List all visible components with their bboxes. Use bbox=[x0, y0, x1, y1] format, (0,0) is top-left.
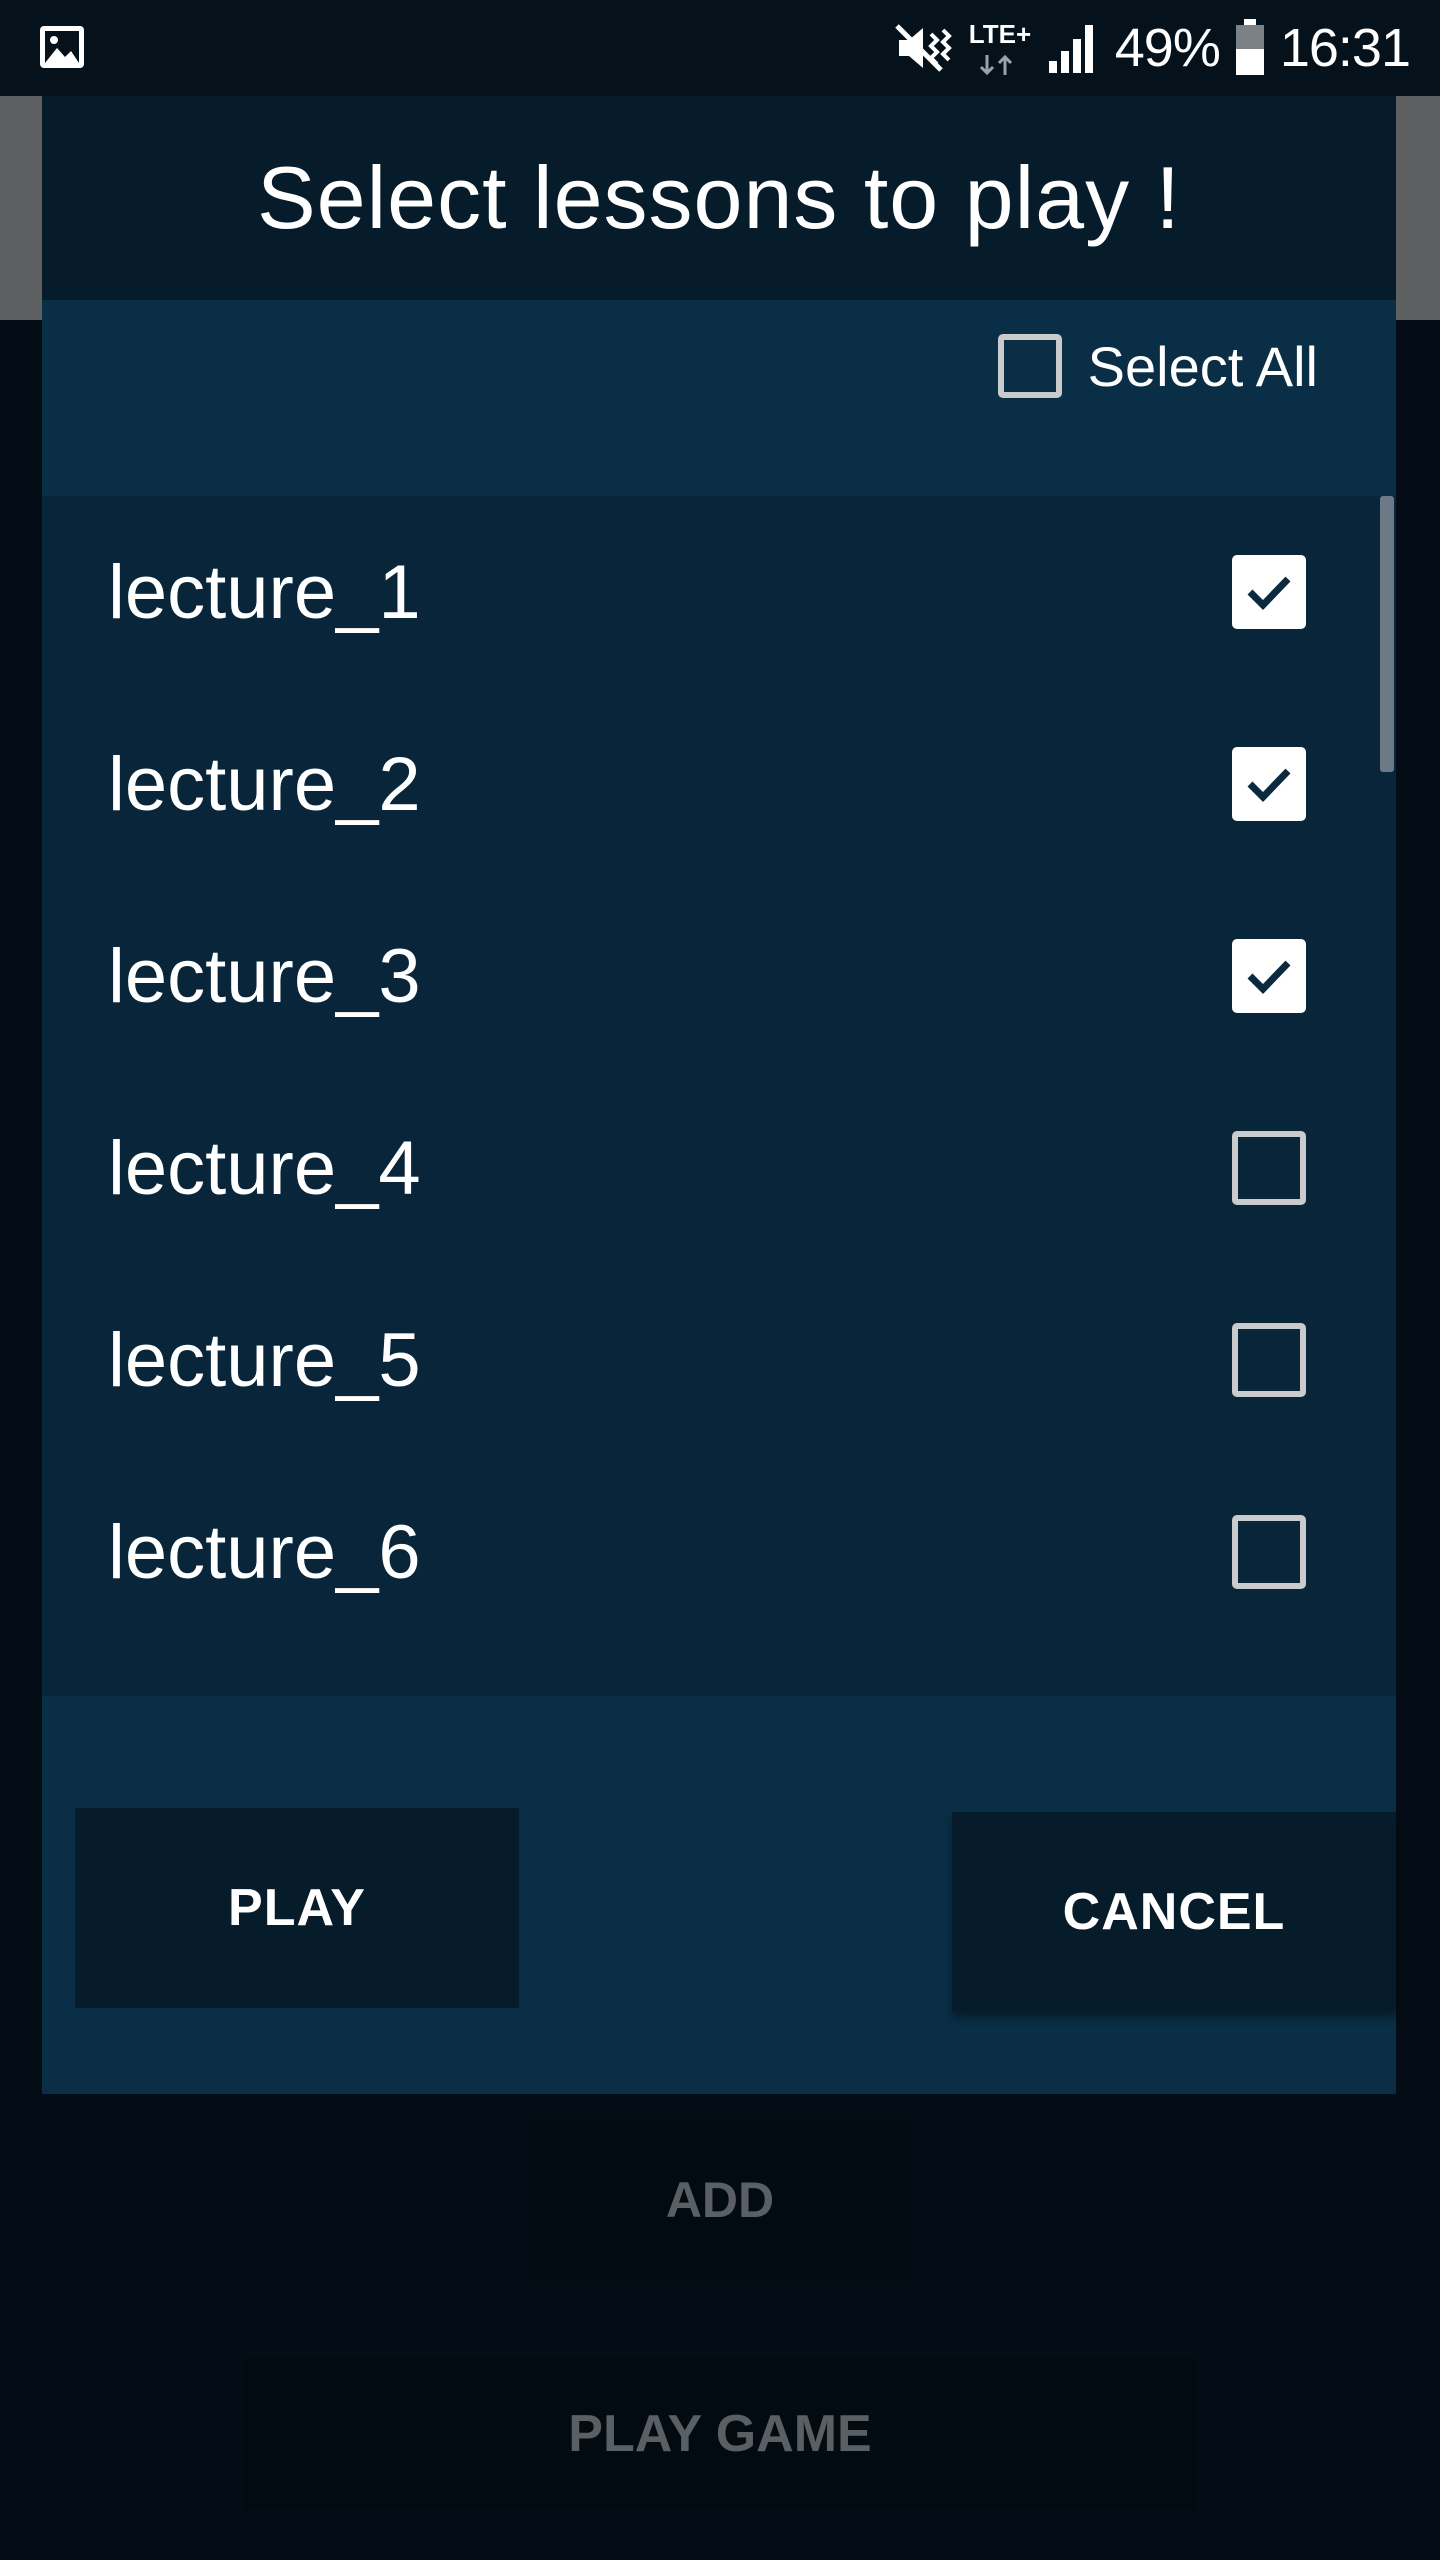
select-all-checkbox[interactable] bbox=[997, 334, 1062, 398]
lesson-item[interactable]: lecture_5 bbox=[42, 1264, 1396, 1456]
lesson-item[interactable]: lecture_1 bbox=[42, 496, 1396, 688]
lesson-label: lecture_6 bbox=[108, 1509, 421, 1595]
check-icon bbox=[1247, 576, 1291, 610]
lesson-label: lecture_2 bbox=[108, 741, 421, 827]
lesson-checkbox[interactable] bbox=[1232, 1515, 1306, 1589]
network-type-label: LTE+ bbox=[968, 19, 1032, 49]
lesson-label: lecture_1 bbox=[108, 549, 421, 635]
lesson-checkbox[interactable] bbox=[1232, 1131, 1306, 1205]
status-icons: LTE+ 49% 16:31 bbox=[893, 0, 1411, 96]
check-icon bbox=[1247, 960, 1291, 994]
lesson-checkbox[interactable] bbox=[1232, 555, 1306, 629]
select-all-checkbox-row[interactable]: Select All bbox=[997, 326, 1318, 406]
lesson-checkbox[interactable] bbox=[1232, 939, 1306, 1013]
lesson-item[interactable]: lecture_4 bbox=[42, 1072, 1396, 1264]
dialog-title-bar: Select lessons to play ! bbox=[42, 96, 1396, 300]
battery-percent: 49% bbox=[1114, 18, 1221, 78]
play-game-button: PLAY GAME bbox=[242, 2358, 1198, 2510]
lesson-item[interactable]: lecture_6 bbox=[42, 1456, 1396, 1648]
lesson-list[interactable]: lecture_1 lecture_2 lecture_3 lecture_4 … bbox=[42, 496, 1396, 1696]
cancel-button[interactable]: CANCEL bbox=[952, 1812, 1396, 2012]
lesson-label: lecture_4 bbox=[108, 1125, 421, 1211]
add-button: ADD bbox=[527, 2120, 913, 2280]
check-icon bbox=[1247, 768, 1291, 802]
lesson-label: lecture_3 bbox=[108, 933, 421, 1019]
lesson-item[interactable]: lecture_3 bbox=[42, 880, 1396, 1072]
lesson-item[interactable]: lecture_2 bbox=[42, 688, 1396, 880]
lesson-checkbox[interactable] bbox=[1232, 1323, 1306, 1397]
status-bar: LTE+ 49% 16:31 bbox=[0, 0, 1440, 96]
gallery-icon bbox=[40, 26, 84, 68]
battery-icon bbox=[1235, 19, 1264, 75]
select-all-label: Select All bbox=[1087, 334, 1318, 398]
lesson-label: lecture_5 bbox=[108, 1317, 421, 1403]
lesson-checkbox[interactable] bbox=[1232, 747, 1306, 821]
play-button[interactable]: PLAY bbox=[75, 1808, 519, 2008]
lte-data-icon: LTE+ bbox=[967, 15, 1033, 81]
clock: 16:31 bbox=[1279, 18, 1411, 78]
mute-vibrate-icon bbox=[894, 24, 952, 72]
dialog-title: Select lessons to play ! bbox=[256, 148, 1182, 247]
signal-icon bbox=[1048, 25, 1093, 73]
list-scrollbar[interactable] bbox=[1380, 496, 1394, 772]
select-lessons-dialog: Select lessons to play ! Select All lect… bbox=[42, 96, 1396, 2094]
